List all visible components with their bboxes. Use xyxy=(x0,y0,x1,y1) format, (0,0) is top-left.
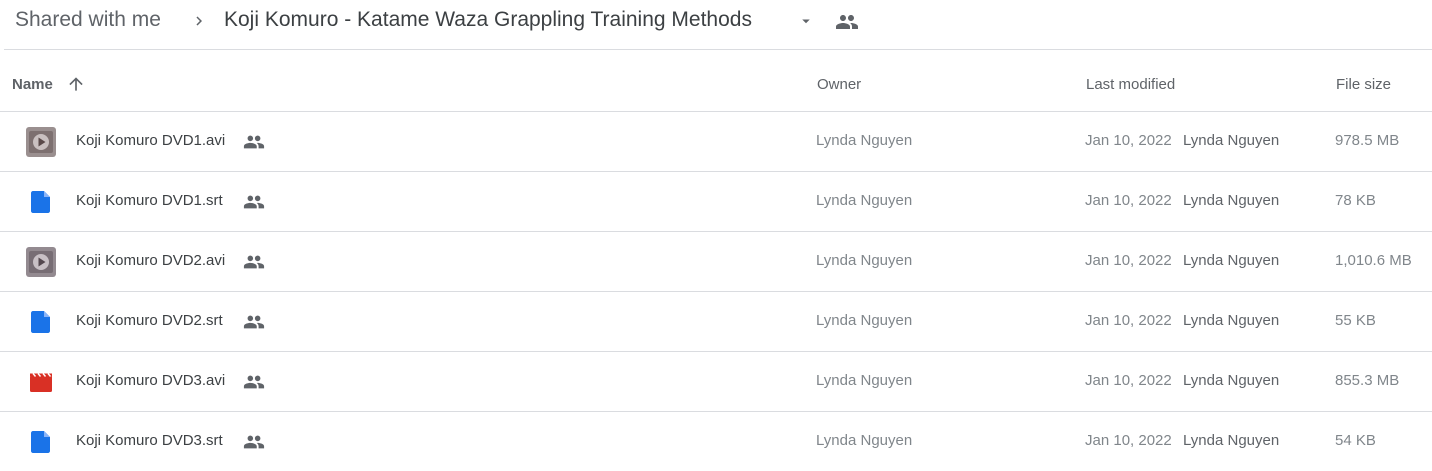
shared-icon xyxy=(243,255,265,269)
table-row[interactable]: Koji Komuro DVD2.srt Lynda Nguyen Jan 10… xyxy=(0,292,1432,352)
file-owner: Lynda Nguyen xyxy=(816,252,913,269)
breadcrumb: Shared with me Koji Komuro - Katame Waza… xyxy=(0,0,1432,49)
doc-icon xyxy=(26,427,56,457)
file-size: 855.3 MB xyxy=(1335,372,1400,389)
sort-arrow-up-icon[interactable] xyxy=(66,74,86,94)
chevron-right-icon xyxy=(196,16,202,26)
file-name: Koji Komuro DVD2.srt xyxy=(76,312,223,329)
video-thumbnail-icon xyxy=(26,127,56,157)
video-clapper-icon xyxy=(26,367,56,397)
file-modified-date: Jan 10, 2022 xyxy=(1085,312,1172,329)
table-row[interactable]: Koji Komuro DVD1.avi Lynda Nguyen Jan 10… xyxy=(0,112,1432,172)
file-name: Koji Komuro DVD1.avi xyxy=(76,132,226,149)
file-modified-by: Lynda Nguyen xyxy=(1183,372,1280,389)
file-size: 55 KB xyxy=(1335,312,1376,329)
dropdown-arrow-icon[interactable] xyxy=(797,12,815,30)
file-modified-by: Lynda Nguyen xyxy=(1183,132,1280,149)
table-row[interactable]: Koji Komuro DVD3.srt Lynda Nguyen Jan 10… xyxy=(0,412,1432,471)
file-modified-by: Lynda Nguyen xyxy=(1183,312,1280,329)
column-name[interactable]: Name xyxy=(12,76,53,93)
file-modified-by: Lynda Nguyen xyxy=(1183,252,1280,269)
file-modified-date: Jan 10, 2022 xyxy=(1085,372,1172,389)
shared-icon xyxy=(243,375,265,389)
file-name: Koji Komuro DVD3.avi xyxy=(76,372,226,389)
file-size: 78 KB xyxy=(1335,192,1376,209)
video-thumbnail-icon xyxy=(26,247,56,277)
file-modified-date: Jan 10, 2022 xyxy=(1085,192,1172,209)
file-owner: Lynda Nguyen xyxy=(816,192,913,209)
breadcrumb-current-folder[interactable]: Koji Komuro - Katame Waza Grappling Trai… xyxy=(224,8,752,32)
table-row[interactable]: Koji Komuro DVD3.avi Lynda Nguyen Jan 10… xyxy=(0,352,1432,412)
file-size: 54 KB xyxy=(1335,432,1376,449)
table-row[interactable]: Koji Komuro DVD2.avi Lynda Nguyen Jan 10… xyxy=(0,232,1432,292)
file-owner: Lynda Nguyen xyxy=(816,132,913,149)
file-modified-date: Jan 10, 2022 xyxy=(1085,432,1172,449)
file-name: Koji Komuro DVD2.avi xyxy=(76,252,226,269)
file-size: 1,010.6 MB xyxy=(1335,252,1412,269)
column-file-size[interactable]: File size xyxy=(1336,76,1391,93)
file-owner: Lynda Nguyen xyxy=(816,312,913,329)
file-size: 978.5 MB xyxy=(1335,132,1400,149)
shared-icon xyxy=(243,435,265,449)
doc-icon xyxy=(26,187,56,217)
table-row[interactable]: Koji Komuro DVD1.srt Lynda Nguyen Jan 10… xyxy=(0,172,1432,232)
shared-icon xyxy=(243,315,265,329)
column-owner[interactable]: Owner xyxy=(817,76,861,93)
file-owner: Lynda Nguyen xyxy=(816,432,913,449)
shared-people-icon[interactable] xyxy=(835,10,859,34)
shared-icon xyxy=(243,135,265,149)
file-name: Koji Komuro DVD1.srt xyxy=(76,192,223,209)
breadcrumb-shared-with-me[interactable]: Shared with me xyxy=(15,8,161,32)
file-list: Koji Komuro DVD1.avi Lynda Nguyen Jan 10… xyxy=(0,112,1432,471)
file-owner: Lynda Nguyen xyxy=(816,372,913,389)
file-modified-by: Lynda Nguyen xyxy=(1183,192,1280,209)
file-modified-date: Jan 10, 2022 xyxy=(1085,132,1172,149)
file-modified-by: Lynda Nguyen xyxy=(1183,432,1280,449)
column-last-modified[interactable]: Last modified xyxy=(1086,76,1175,93)
doc-icon xyxy=(26,307,56,337)
file-modified-date: Jan 10, 2022 xyxy=(1085,252,1172,269)
shared-icon xyxy=(243,195,265,209)
column-header: Name Owner Last modified File size xyxy=(0,50,1432,112)
file-name: Koji Komuro DVD3.srt xyxy=(76,432,223,449)
